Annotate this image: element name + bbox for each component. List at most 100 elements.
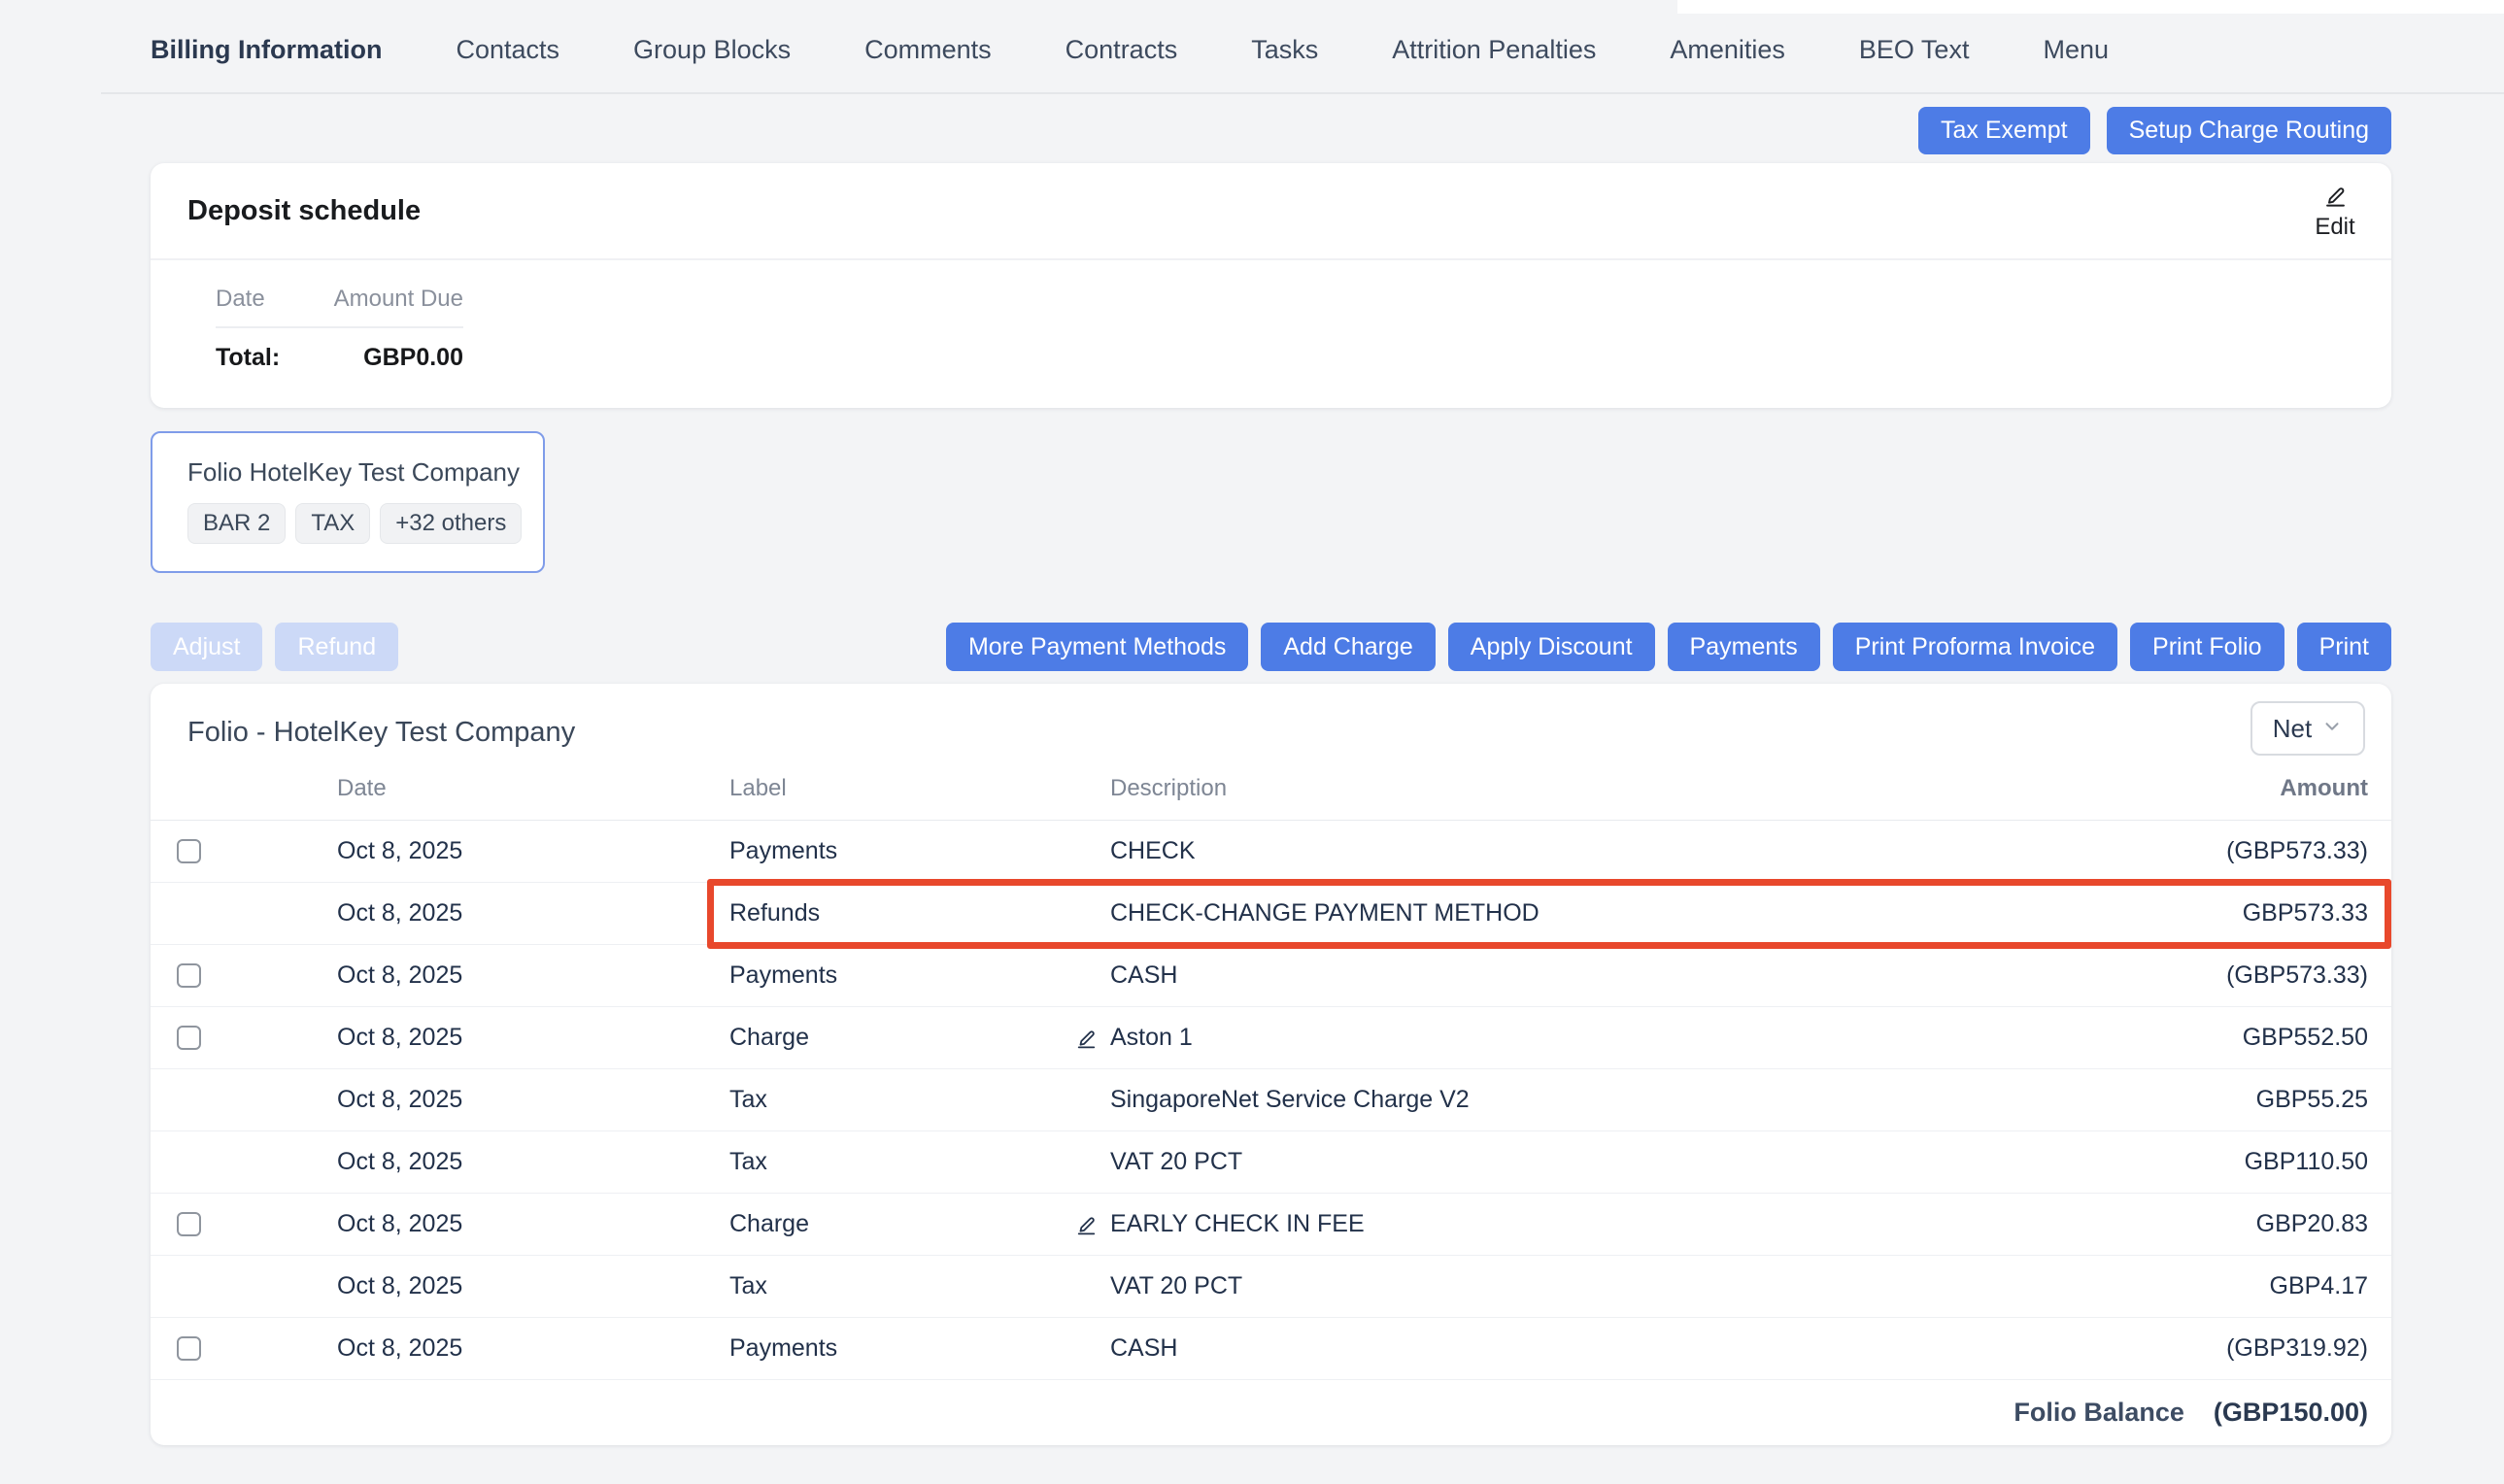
toolbar-left-buttons: Adjust Refund bbox=[151, 623, 398, 671]
setup-charge-routing-button[interactable]: Setup Charge Routing bbox=[2107, 107, 2391, 154]
folio-table-row: Oct 8, 2025PaymentsCASH(GBP319.92) bbox=[151, 1318, 2391, 1380]
folio-summary-card[interactable]: Folio HotelKey Test Company BAR 2TAX+32 … bbox=[151, 431, 545, 573]
cell-date: Oct 8, 2025 bbox=[337, 1334, 729, 1363]
folio-table: Date Label Description Amount Oct 8, 202… bbox=[151, 758, 2391, 1445]
add-charge-button[interactable]: Add Charge bbox=[1261, 623, 1435, 671]
row-checkbox[interactable] bbox=[177, 1212, 201, 1236]
folio-table-row: Oct 8, 2025TaxVAT 20 PCTGBP4.17 bbox=[151, 1256, 2391, 1318]
adjust-button[interactable]: Adjust bbox=[151, 623, 262, 671]
apply-discount-button[interactable]: Apply Discount bbox=[1448, 623, 1655, 671]
cell-date: Oct 8, 2025 bbox=[337, 1272, 729, 1300]
cell-date: Oct 8, 2025 bbox=[337, 961, 729, 990]
deposit-col-amount-due: Amount Due bbox=[334, 286, 463, 313]
col-header-date: Date bbox=[337, 775, 729, 802]
deposit-schedule-card: Deposit schedule Edit Date Amount Due To… bbox=[151, 163, 2391, 408]
top-action-buttons: Tax Exempt Setup Charge Routing bbox=[1918, 107, 2391, 154]
top-edge-artifact bbox=[1677, 0, 2504, 14]
cell-description: CHECK-CHANGE PAYMENT METHOD bbox=[1110, 899, 2243, 928]
net-filter-value: Net bbox=[2273, 714, 2312, 744]
cell-description: CHECK bbox=[1110, 837, 2226, 865]
folio-tag-tax[interactable]: TAX bbox=[295, 503, 370, 544]
folio-table-body: Oct 8, 2025PaymentsCHECK(GBP573.33)Oct 8… bbox=[151, 821, 2391, 1380]
cell-label: Tax bbox=[729, 1272, 1110, 1300]
cell-label: Tax bbox=[729, 1148, 1110, 1176]
net-filter-dropdown[interactable]: Net bbox=[2250, 701, 2365, 756]
deposit-total-label: Total: bbox=[216, 344, 280, 372]
folio-table-row: Oct 8, 2025TaxSingaporeNet Service Charg… bbox=[151, 1069, 2391, 1131]
folio-table-row: Oct 8, 2025PaymentsCHECK(GBP573.33) bbox=[151, 821, 2391, 883]
folio-table-row: Oct 8, 2025PaymentsCASH(GBP573.33) bbox=[151, 945, 2391, 1007]
cell-date: Oct 8, 2025 bbox=[337, 1210, 729, 1238]
col-header-amount: Amount bbox=[2280, 775, 2368, 802]
print-proforma-invoice-button[interactable]: Print Proforma Invoice bbox=[1833, 623, 2117, 671]
cell-description: Aston 1 bbox=[1110, 1024, 2243, 1052]
payments-button[interactable]: Payments bbox=[1668, 623, 1820, 671]
deposit-card-title: Deposit schedule bbox=[187, 195, 421, 227]
edit-deposit-schedule-button[interactable]: Edit bbox=[2302, 183, 2368, 241]
tab-contracts[interactable]: Contracts bbox=[1066, 35, 1178, 65]
deposit-schedule-table: Date Amount Due Total: GBP0.00 bbox=[189, 286, 487, 372]
row-checkbox[interactable] bbox=[177, 1026, 201, 1050]
deposit-card-header: Deposit schedule bbox=[151, 163, 2391, 260]
cell-description: CASH bbox=[1110, 961, 2226, 990]
folio-toolbar: Adjust Refund More Payment Methods Add Cha… bbox=[151, 623, 2391, 671]
tab-bar-divider bbox=[101, 92, 2504, 94]
folio-table-row: Oct 8, 2025ChargeAston 1GBP552.50 bbox=[151, 1007, 2391, 1069]
more-payment-methods-button[interactable]: More Payment Methods bbox=[946, 623, 1248, 671]
tax-exempt-button[interactable]: Tax Exempt bbox=[1918, 107, 2090, 154]
folio-table-row: Oct 8, 2025TaxVAT 20 PCTGBP110.50 bbox=[151, 1131, 2391, 1194]
folio-table-row: Oct 8, 2025ChargeEARLY CHECK IN FEEGBP20… bbox=[151, 1194, 2391, 1256]
pencil-icon[interactable] bbox=[1074, 1026, 1099, 1050]
cell-description: SingaporeNet Service Charge V2 bbox=[1110, 1086, 2256, 1114]
cell-label: Refunds bbox=[729, 899, 1110, 928]
pencil-icon[interactable] bbox=[1074, 1212, 1099, 1236]
cell-label: Payments bbox=[729, 961, 1110, 990]
cell-amount: (GBP573.33) bbox=[2226, 961, 2368, 990]
cell-date: Oct 8, 2025 bbox=[337, 1148, 729, 1176]
folio-balance-label: Folio Balance bbox=[2013, 1398, 2184, 1428]
edit-label: Edit bbox=[2302, 214, 2368, 241]
tab-menu[interactable]: Menu bbox=[2043, 35, 2109, 65]
billing-information-page: Billing Information Contacts Group Blocks C… bbox=[0, 0, 2504, 1484]
folio-table-title: Folio - HotelKey Test Company bbox=[187, 717, 575, 749]
cell-label: Charge bbox=[729, 1210, 1110, 1238]
tab-comments[interactable]: Comments bbox=[864, 35, 992, 65]
folio-table-row: Oct 8, 2025RefundsCHECK-CHANGE PAYMENT M… bbox=[151, 883, 2391, 945]
tab-contacts[interactable]: Contacts bbox=[456, 35, 559, 65]
cell-label: Charge bbox=[729, 1024, 1110, 1052]
folio-tag-32-others[interactable]: +32 others bbox=[380, 503, 522, 544]
refund-button[interactable]: Refund bbox=[275, 623, 398, 671]
row-checkbox[interactable] bbox=[177, 839, 201, 863]
folio-table-card: Folio - HotelKey Test Company Net Date L… bbox=[151, 684, 2391, 1445]
cell-description: EARLY CHECK IN FEE bbox=[1110, 1210, 2256, 1238]
folio-tag-bar-2[interactable]: BAR 2 bbox=[187, 503, 286, 544]
cell-amount: GBP4.17 bbox=[2270, 1272, 2368, 1300]
cell-amount: (GBP319.92) bbox=[2226, 1334, 2368, 1363]
folio-balance-row: Folio Balance (GBP150.00) bbox=[151, 1380, 2391, 1445]
cell-amount: (GBP573.33) bbox=[2226, 837, 2368, 865]
row-checkbox[interactable] bbox=[177, 1336, 201, 1361]
deposit-total-value: GBP0.00 bbox=[363, 344, 463, 372]
tab-billing-information[interactable]: Billing Information bbox=[151, 35, 382, 65]
col-header-label: Label bbox=[729, 775, 1110, 802]
folio-balance-value: (GBP150.00) bbox=[2214, 1398, 2368, 1428]
section-tab-bar: Billing Information Contacts Group Blocks C… bbox=[151, 35, 2109, 65]
cell-amount: GBP110.50 bbox=[2245, 1148, 2368, 1176]
print-button[interactable]: Print bbox=[2297, 623, 2391, 671]
folio-summary-title: Folio HotelKey Test Company bbox=[187, 456, 543, 488]
print-folio-button[interactable]: Print Folio bbox=[2130, 623, 2284, 671]
cell-date: Oct 8, 2025 bbox=[337, 1024, 729, 1052]
tab-tasks[interactable]: Tasks bbox=[1251, 35, 1318, 65]
cell-date: Oct 8, 2025 bbox=[337, 899, 729, 928]
cell-date: Oct 8, 2025 bbox=[337, 1086, 729, 1114]
cell-label: Tax bbox=[729, 1086, 1110, 1114]
tab-attrition-penalties[interactable]: Attrition Penalties bbox=[1392, 35, 1596, 65]
tab-beo-text[interactable]: BEO Text bbox=[1859, 35, 1970, 65]
tab-amenities[interactable]: Amenities bbox=[1670, 35, 1785, 65]
cell-description: VAT 20 PCT bbox=[1110, 1272, 2270, 1300]
chevron-down-icon bbox=[2321, 714, 2343, 744]
tab-group-blocks[interactable]: Group Blocks bbox=[633, 35, 791, 65]
cell-label: Payments bbox=[729, 1334, 1110, 1363]
deposit-col-date: Date bbox=[216, 286, 265, 313]
row-checkbox[interactable] bbox=[177, 963, 201, 988]
